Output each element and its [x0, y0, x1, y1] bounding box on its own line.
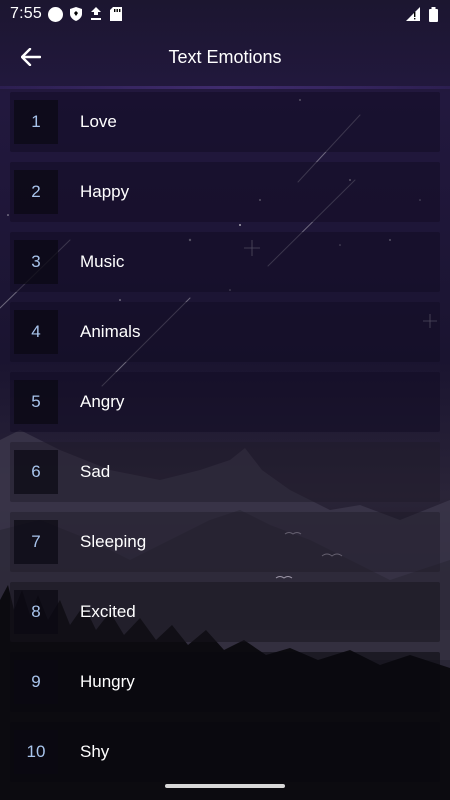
item-number: 9	[14, 660, 58, 704]
battery-icon	[426, 6, 440, 22]
item-number: 8	[14, 590, 58, 634]
item-label: Music	[80, 252, 125, 271]
item-number: 10	[14, 730, 58, 774]
shield-icon	[69, 7, 83, 21]
list-item-animals[interactable]: 4 Animals	[10, 302, 440, 362]
list-item-sad[interactable]: 6 Sad	[10, 442, 440, 502]
back-button[interactable]	[11, 37, 51, 77]
list-item-sleeping[interactable]: 7 Sleeping	[10, 512, 440, 572]
circle-icon	[47, 6, 63, 22]
item-label: Sleeping	[80, 532, 147, 551]
item-number: 6	[14, 450, 58, 494]
list-item-happy[interactable]: 2 Happy	[10, 162, 440, 222]
list-item-excited[interactable]: 8 Excited	[10, 582, 440, 642]
item-number: 3	[14, 240, 58, 284]
list-item-hungry[interactable]: 9 Hungry	[10, 652, 440, 712]
item-label: Hungry	[80, 672, 135, 691]
item-number: 1	[14, 100, 58, 144]
list-item-shy[interactable]: 10 Shy	[10, 722, 440, 782]
signal-icon	[406, 7, 420, 21]
item-label: Angry	[80, 392, 125, 411]
list-item-angry[interactable]: 5 Angry	[10, 372, 440, 432]
item-number: 4	[14, 310, 58, 354]
app-bar: Text Emotions	[0, 28, 450, 86]
list-item-music[interactable]: 3 Music	[10, 232, 440, 292]
item-number: 2	[14, 170, 58, 214]
emotion-list: 1 Love 2 Happy 3 Music 4 Animals 5 Angry…	[10, 92, 440, 792]
arrow-left-icon	[21, 48, 41, 66]
item-label: Happy	[80, 182, 130, 201]
item-label: Sad	[80, 462, 111, 481]
item-label: Animals	[80, 322, 141, 341]
app-bar-divider	[0, 86, 450, 89]
item-label: Shy	[80, 742, 110, 761]
item-number: 7	[14, 520, 58, 564]
status-time: 7:55	[10, 5, 42, 22]
download-icon	[89, 7, 103, 21]
item-number: 5	[14, 380, 58, 424]
item-label: Love	[80, 112, 117, 131]
list-item-love[interactable]: 1 Love	[10, 92, 440, 152]
page-title: Text Emotions	[168, 46, 282, 67]
status-bar: 7:55	[0, 0, 450, 28]
sd-card-icon	[109, 7, 123, 21]
home-indicator[interactable]	[165, 784, 285, 788]
item-label: Excited	[80, 602, 136, 621]
